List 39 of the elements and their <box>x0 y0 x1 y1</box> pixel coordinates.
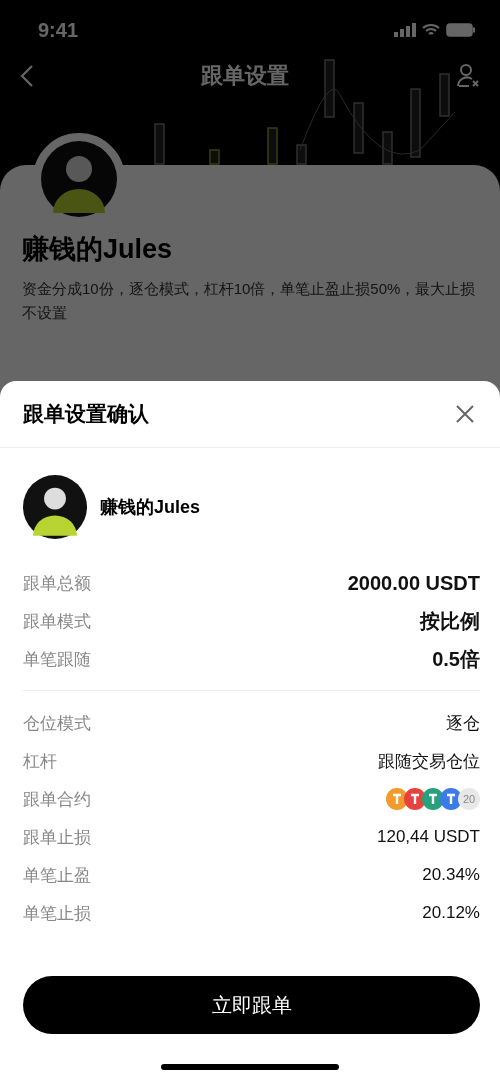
back-icon <box>20 64 34 88</box>
field-value: 20.34% <box>422 865 480 885</box>
field-label: 跟单模式 <box>23 610 91 633</box>
candle <box>382 131 393 165</box>
field-value: 2000.00 USDT <box>347 571 480 595</box>
candle <box>439 73 450 117</box>
candle <box>267 127 278 165</box>
field-value: 按比例 <box>420 608 480 634</box>
field-label: 单笔止损 <box>23 902 91 925</box>
follow-now-button[interactable]: 立即跟单 <box>23 976 480 1034</box>
field-label: 跟单合约 <box>23 788 91 811</box>
field-label: 跟单总额 <box>23 572 91 595</box>
field-value: 逐仓 <box>446 712 480 735</box>
coin-count-badge: 20 <box>458 788 480 810</box>
battery-icon <box>446 23 476 37</box>
candle <box>209 149 220 165</box>
trader-name: 赚钱的Jules <box>22 233 173 266</box>
page-title: 跟单设置 <box>201 62 289 90</box>
candle <box>410 88 421 158</box>
candle <box>324 59 335 118</box>
field-value: 0.5倍 <box>432 646 480 672</box>
field-value: 20.12% <box>422 903 480 923</box>
field-value: 跟随交易仓位 <box>378 750 480 773</box>
field-label: 杠杆 <box>23 750 57 773</box>
candle <box>353 102 364 154</box>
status-time: 9:41 <box>38 18 79 42</box>
sheet-title: 跟单设置确认 <box>23 401 149 427</box>
field-label: 仓位模式 <box>23 712 91 735</box>
trader-name: 赚钱的Jules <box>100 496 201 519</box>
strategy-description: 资金分成10份，逐仓模式，杠杆10倍，单笔止盈止损50%，最大止损不设置 <box>22 279 477 323</box>
field-value: 120,44 USDT <box>377 827 480 847</box>
field-label: 单笔止盈 <box>23 864 91 887</box>
field-label: 单笔跟随 <box>23 648 91 671</box>
wifi-icon <box>422 23 440 37</box>
candle <box>154 123 165 165</box>
candle <box>296 144 307 165</box>
avatar-silhouette <box>23 475 87 539</box>
signal-icon <box>394 23 416 37</box>
field-label: 跟单止损 <box>23 826 91 849</box>
